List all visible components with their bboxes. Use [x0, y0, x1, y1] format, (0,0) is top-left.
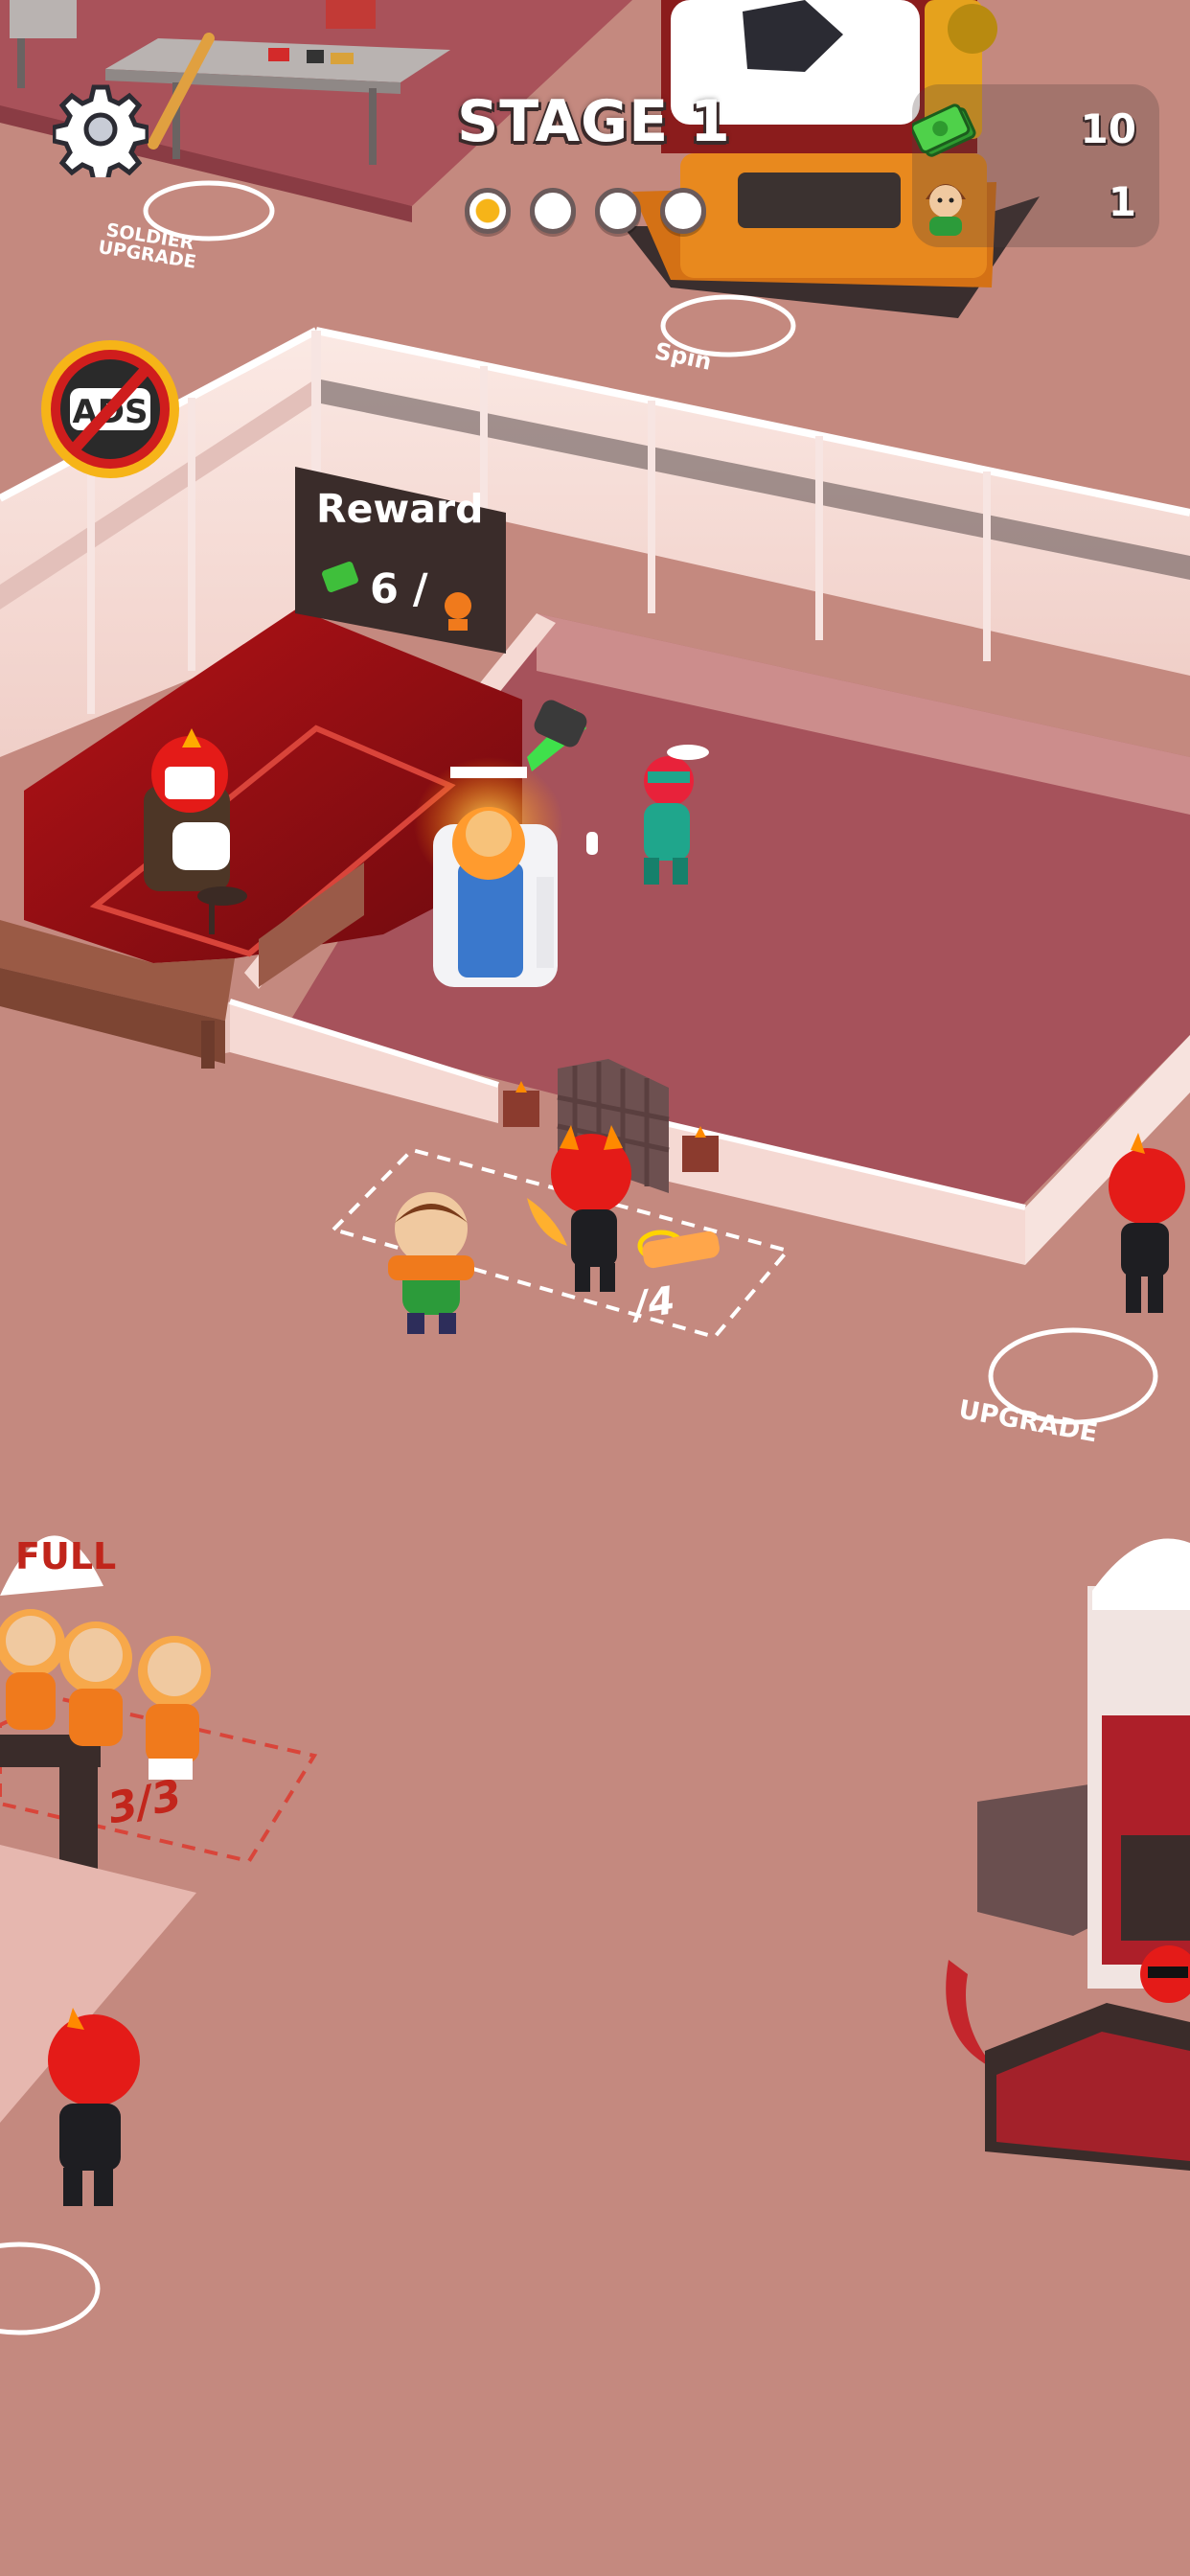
- settings-button[interactable]: [48, 77, 153, 182]
- reward-sign: Reward 6 /: [295, 467, 506, 654]
- progress-dot-1: [465, 188, 511, 234]
- reward-count: 6 /: [370, 565, 428, 613]
- no-ads-button[interactable]: ADS: [36, 335, 184, 483]
- progress-dot-3: [595, 188, 641, 234]
- customer-icon: [926, 184, 966, 236]
- reward-title: Reward: [316, 486, 484, 532]
- cash-value: 10: [1080, 105, 1136, 152]
- no-ads-icon: ADS: [41, 340, 179, 478]
- progress-dot-4: [660, 188, 706, 234]
- resource-panel: 10 1: [912, 84, 1159, 247]
- stage-title: STAGE 1: [457, 88, 731, 155]
- progress-dot-2: [530, 188, 576, 234]
- customer-value: 1: [1108, 178, 1136, 225]
- stage-progress: [465, 188, 733, 240]
- gear-icon: [53, 84, 149, 177]
- full-label: FULL: [15, 1535, 117, 1577]
- customer-counter: 1: [912, 171, 1159, 238]
- cash-icon: [912, 104, 976, 157]
- cash-counter: 10: [912, 98, 1159, 165]
